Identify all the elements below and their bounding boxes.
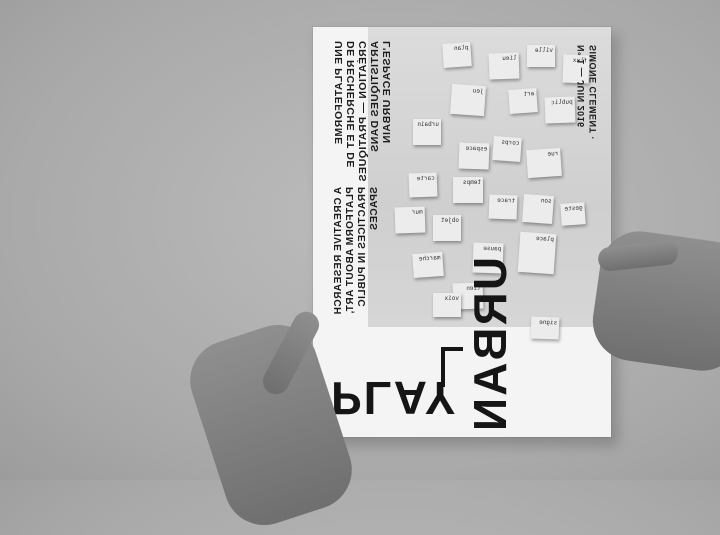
sticky-note: jeu (449, 83, 487, 117)
sticky-note-text: objet (440, 217, 459, 224)
sticky-note: place (517, 231, 557, 275)
sticky-note: public (544, 96, 576, 124)
sticky-note-text: carte (416, 174, 435, 183)
sticky-note: lieu (488, 52, 520, 80)
sticky-note-text: voix (444, 295, 459, 302)
sticky-note-text: lieu (502, 54, 517, 63)
sticky-note-text: urbain (417, 121, 439, 128)
sticky-note-text: marche (418, 254, 441, 263)
sticky-note-text: public (550, 98, 573, 107)
sticky-note-text: place (535, 234, 555, 244)
sticky-note-text: temps (462, 179, 481, 186)
sticky-note: son (522, 193, 554, 225)
sticky-note: corps (492, 136, 522, 162)
cover-title-play: PLAY (331, 372, 458, 424)
spine-line-1: UNE PLATEFORME (333, 41, 345, 145)
sticky-note: urbain (413, 119, 441, 145)
cover-french-text: UNE PLATEFORME DE RECHERCHE ET DE CRÉATI… (333, 41, 393, 182)
sticky-note: temps (453, 177, 483, 203)
cover-title-urban: URBAN (464, 257, 516, 434)
subtitle-line-4: SPACES (369, 187, 380, 231)
sticky-note-text: corps (501, 138, 520, 147)
sticky-note: voix (433, 293, 461, 317)
sticky-note: trace (488, 194, 518, 220)
sticky-note: geste (560, 202, 586, 226)
sticky-note-text: rue (547, 149, 559, 158)
cover-english-text: A CREATIVE RESEARCH PLATFORM ABOUT ART, … (333, 187, 381, 315)
meta-line-2: SIMONE CLEMENT · (588, 45, 598, 140)
book-cover: plan lieu ville flux jeu art public urbain espac… (313, 27, 611, 437)
sticky-note: signe (530, 316, 560, 340)
subtitle-line-3: PRACTICES IN PUBLIC (357, 187, 368, 308)
spine-line-5: L'ESPACE URBAIN (381, 41, 393, 144)
sticky-note-text: jeu (472, 87, 484, 96)
sticky-note-text: trace (497, 196, 516, 205)
spine-line-3: CRÉATION — PRATIQUES (357, 41, 369, 182)
meta-line-1: N° 1 — JUIN 2016 (576, 45, 586, 128)
sticky-note: rue (526, 147, 562, 179)
sticky-note-text: plan (453, 44, 469, 53)
sticky-note-text: espace (465, 144, 488, 153)
sticky-note: espace (458, 142, 490, 170)
spine-line-4: ARTISTIQUES DANS (369, 41, 381, 153)
photo-scene: plan lieu ville flux jeu art public urbain espac… (0, 0, 720, 535)
sticky-note-text: geste (564, 204, 583, 213)
subtitle-line-2: PLATFORM ABOUT ART, (345, 187, 356, 314)
sticky-note: objet (433, 215, 461, 241)
sticky-note: ville (527, 45, 555, 67)
sticky-note: art (508, 88, 538, 114)
sticky-note: carte (408, 172, 438, 198)
sticky-note-text: ville (534, 47, 553, 54)
spine-line-2: DE RECHERCHE ET DE (345, 41, 357, 168)
sticky-note: marche (412, 251, 444, 279)
cover-meta-text: N° 1 — JUIN 2016 SIMONE CLEMENT · (575, 45, 599, 140)
sticky-note-text: art (523, 90, 535, 98)
sticky-note: mur (394, 206, 426, 234)
sticky-note-text: pause (483, 244, 502, 253)
sticky-note-text: mur (411, 208, 423, 216)
sticky-note-text: son (540, 197, 552, 205)
sticky-note: plan (442, 42, 472, 68)
cover-bracket-mark (441, 347, 463, 387)
sticky-note-text: signe (539, 318, 558, 327)
subtitle-line-1: A CREATIVE RESEARCH (333, 187, 344, 315)
